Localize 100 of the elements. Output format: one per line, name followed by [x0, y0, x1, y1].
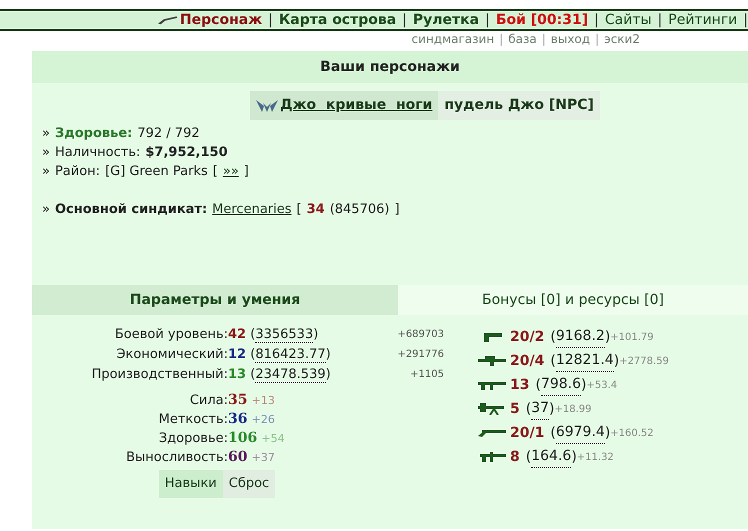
stat-value: 36 — [228, 411, 248, 427]
bullet: » — [42, 201, 50, 219]
paren: ) — [549, 400, 555, 418]
separator: | — [743, 10, 748, 30]
paren: ( — [550, 328, 556, 346]
level-number: 34 — [306, 201, 325, 219]
nav-link[interactable]: Сайты — [604, 10, 652, 30]
weapon-gain: +2778.59 — [619, 354, 669, 368]
bullet: » — [42, 163, 50, 181]
text: ] — [244, 163, 249, 181]
link[interactable]: Mercenaries — [212, 200, 292, 219]
level-experience: 816423.77 — [255, 347, 326, 363]
gun-icon — [478, 451, 506, 463]
separator: | — [542, 31, 546, 48]
paren: ) — [326, 347, 331, 362]
weapon-level: 20/2 — [510, 328, 544, 346]
paren: ( — [250, 327, 256, 342]
text: Наличность: — [54, 144, 140, 162]
nav-link[interactable]: Рейтинги — [668, 10, 738, 30]
text: [G] Green Parks — [105, 163, 208, 181]
field-label: Здоровье: — [54, 125, 132, 143]
separator: | — [499, 31, 504, 48]
level-value: 42 — [228, 327, 246, 342]
paren: ) — [604, 328, 610, 346]
section-tab[interactable]: Параметры и умения — [32, 285, 398, 315]
paren: ) — [571, 448, 577, 466]
character-tab[interactable]: Джо кривые ноги — [250, 91, 438, 120]
weapon-gain: +11.32 — [576, 450, 614, 464]
weapon-gain: +18.99 — [554, 402, 592, 416]
wings-icon — [256, 100, 278, 112]
bullet: » — [42, 125, 50, 143]
paren: ( — [250, 367, 256, 382]
paren: ( — [550, 352, 556, 370]
weapon-gain: +101.79 — [610, 330, 654, 344]
field-value: $7,952,150 — [145, 144, 228, 162]
action-button[interactable]: Сброс — [222, 470, 276, 498]
weapon-experience: 9168.2 — [556, 326, 605, 348]
level-label: Боевой уровень: — [114, 326, 228, 344]
sub-nav-link[interactable]: выход — [550, 30, 590, 48]
field-value: Основной синдикат: — [54, 201, 208, 219]
link[interactable]: »» — [222, 162, 239, 181]
weapon-experience: 164.6 — [531, 446, 572, 468]
rifle-icon — [478, 379, 506, 391]
weapon-experience: 37 — [531, 398, 550, 420]
weapon-gain: +160.52 — [610, 426, 654, 440]
character-tab[interactable]: пудель Джо [NPC] — [438, 91, 600, 120]
stat-label: Здоровье: — [158, 430, 228, 448]
paren: ( — [550, 424, 556, 442]
level-gain: +1105 — [409, 368, 444, 382]
paren: ) — [313, 327, 318, 342]
action-button[interactable]: Навыки — [158, 470, 223, 498]
level-value: 12 — [228, 347, 246, 362]
level-label: Экономический: — [115, 346, 228, 364]
shotgun-icon — [478, 427, 506, 439]
separator: | — [485, 10, 490, 30]
level-gain: +291776 — [396, 348, 444, 362]
paren: ( — [535, 376, 541, 394]
paren: ( — [526, 448, 532, 466]
paren: ) — [604, 424, 610, 442]
nav-link[interactable]: Рулетка — [412, 10, 480, 30]
stat-bonus: +54 — [261, 432, 285, 445]
stat-label: Сила: — [188, 392, 228, 410]
weapon-level: 5 — [510, 400, 520, 418]
stat-value: 60 — [228, 449, 248, 465]
level-experience: 3356533 — [255, 327, 314, 343]
text: 792 / 792 — [137, 125, 200, 143]
weapon-experience: 12821.4 — [556, 350, 614, 372]
nav-link[interactable]: Карта острова — [278, 10, 396, 30]
text: (845706) — [330, 201, 390, 219]
weapon-level: 20/1 — [510, 424, 544, 442]
bullet: » — [42, 144, 50, 162]
weapon-experience: 6979.4 — [556, 422, 605, 444]
stat-label: Выносливость: — [125, 449, 228, 467]
paren: ( — [526, 400, 532, 418]
stat-bonus: +13 — [252, 394, 275, 407]
weapon-experience: 798.6 — [540, 374, 582, 396]
text: [ — [296, 201, 302, 219]
level-experience: 23478.539 — [255, 367, 326, 383]
stat-value: 35 — [228, 392, 248, 408]
launcher-icon — [478, 355, 506, 367]
section-tab[interactable]: Бонусы [0] и ресурсы [0] — [398, 285, 748, 315]
weapon-gain: +53.4 — [586, 378, 618, 392]
rifle-icon — [478, 403, 506, 415]
panel-title: Ваши персонажи — [32, 51, 748, 83]
nav-link[interactable]: Бой [00:31] — [496, 10, 588, 30]
weapon-level: 13 — [510, 376, 530, 394]
sub-nav-link[interactable]: база — [508, 30, 537, 48]
weapon-level: 8 — [510, 448, 520, 466]
gun-icon — [158, 15, 178, 25]
separator: | — [402, 10, 407, 30]
text: [ — [212, 163, 218, 181]
separator: | — [594, 10, 599, 30]
weapon-level: 20/4 — [510, 352, 544, 370]
nav-link[interactable]: Персонаж — [158, 10, 262, 30]
text: ] — [394, 201, 400, 219]
separator: | — [595, 31, 600, 48]
sub-nav-link[interactable]: эски2 — [604, 30, 640, 48]
level-label: Производственный: — [90, 366, 228, 384]
sub-nav-link[interactable]: синдмагазин — [412, 30, 494, 48]
paren: ) — [581, 376, 587, 394]
